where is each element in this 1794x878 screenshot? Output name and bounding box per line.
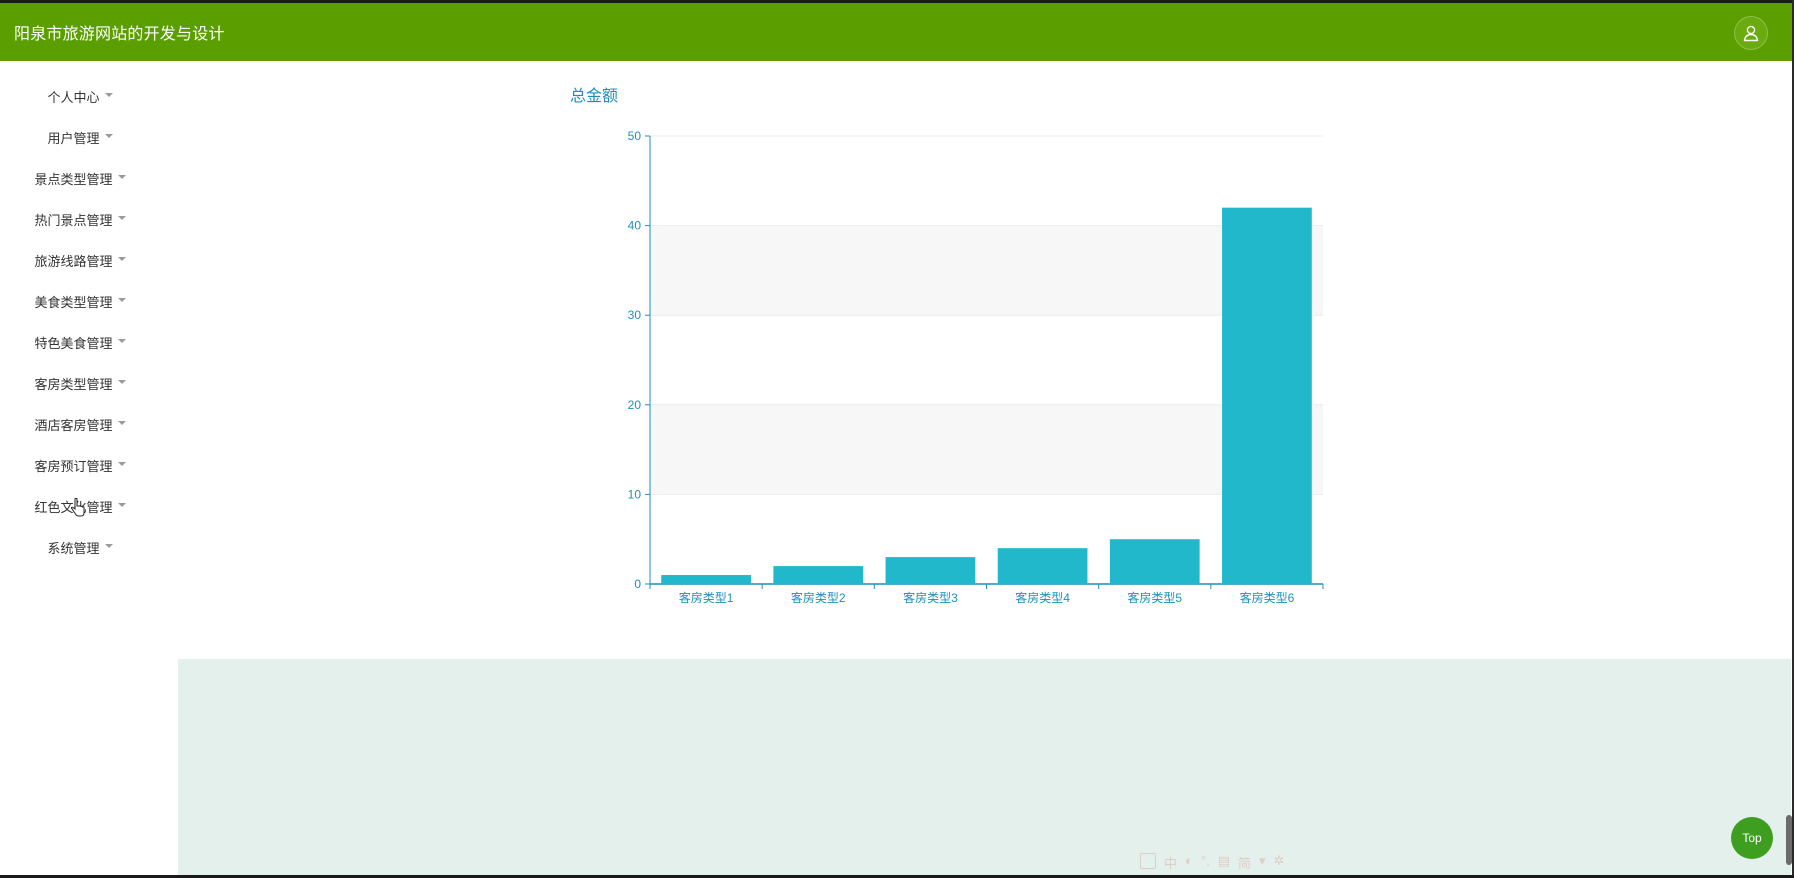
- caret-down-icon: [117, 420, 126, 425]
- caret-down-icon: [104, 92, 113, 97]
- ime-settings-icon[interactable]: ✲: [1274, 853, 1285, 872]
- y-tick-label: 0: [634, 577, 641, 591]
- y-tick-label: 40: [628, 219, 642, 233]
- sidebar-item[interactable]: 旅游线路管理: [0, 240, 160, 281]
- bar-chart: 0 10 20 30 40 50 客房类型1 客房类型2 客房类型3 客房类型4 客房类型5 客房类型…: [628, 129, 1324, 605]
- y-tick-label: 30: [628, 308, 642, 322]
- sidebar-item[interactable]: 酒店客房管理: [0, 404, 160, 445]
- sidebar-item-label: 用户管理: [47, 131, 100, 146]
- caret-down-icon: [104, 543, 113, 548]
- caret-down-icon: [117, 297, 126, 302]
- ime-keyboard-icon[interactable]: ▤: [1218, 853, 1230, 872]
- user-button[interactable]: [1734, 16, 1768, 50]
- y-tick-label: 10: [628, 487, 642, 501]
- sidebar-item-label: 旅游线路管理: [34, 254, 113, 269]
- caret-down-icon: [117, 338, 126, 343]
- bar: [885, 557, 976, 584]
- sidebar-item[interactable]: 客房类型管理: [0, 363, 160, 404]
- bar: [997, 548, 1088, 584]
- x-tick-label: 客房类型2: [791, 590, 846, 605]
- ime-skin-icon[interactable]: ▾: [1259, 853, 1266, 872]
- sidebar-menu: 个人中心用户管理景点类型管理 热门景点管理 旅游线路管理 美食类型管理 特色美食管理 客房…: [0, 76, 160, 568]
- ime-simplified-mode[interactable]: 简: [1238, 853, 1251, 872]
- sidebar-item-label: 特色美食管理: [34, 336, 113, 351]
- screen: 阳泉市旅游网站的开发与设计 个人中心用户管理景点类型管理 热门景点管理 旅游线路管理…: [0, 0, 1794, 878]
- ime-moon-icon[interactable]: ◐: [1185, 853, 1193, 872]
- caret-down-icon: [117, 461, 126, 466]
- sidebar-item-label: 美食类型管理: [34, 295, 113, 310]
- sidebar-item[interactable]: 个人中心: [0, 76, 160, 117]
- x-tick-label: 客房类型4: [1015, 590, 1070, 605]
- caret-down-icon: [117, 256, 126, 261]
- sidebar-item-label: 客房类型管理: [34, 377, 113, 392]
- x-tick-label: 客房类型6: [1240, 590, 1295, 605]
- x-tick-label: 客房类型5: [1127, 590, 1182, 605]
- app-title: 阳泉市旅游网站的开发与设计: [14, 26, 225, 43]
- x-tick-label: 客房类型1: [679, 590, 734, 605]
- caret-down-icon: [104, 133, 113, 138]
- sidebar-item[interactable]: 特色美食管理: [0, 322, 160, 363]
- sidebar-item-label: 热门景点管理: [34, 213, 113, 228]
- sidebar-item-label: 客房预订管理: [34, 459, 113, 474]
- back-to-top-button[interactable]: Top: [1731, 817, 1773, 859]
- user-icon: [1743, 25, 1759, 42]
- sidebar-item[interactable]: 系统管理: [0, 527, 160, 568]
- x-tick-label: 客房类型3: [903, 590, 958, 605]
- caret-down-icon: [117, 379, 126, 384]
- ime-logo-icon: [1140, 853, 1156, 869]
- bar: [661, 575, 751, 584]
- sidebar-item-label: 酒店客房管理: [34, 418, 113, 433]
- sidebar-item-label: 系统管理: [47, 541, 100, 556]
- caret-down-icon: [117, 174, 126, 179]
- ime-chinese-mode[interactable]: 中: [1164, 853, 1177, 872]
- ime-toolbar: 中 ◐ °, ▤ 简 ▾ ✲: [1140, 853, 1284, 872]
- caret-down-icon: [117, 215, 126, 220]
- sidebar-item[interactable]: 美食类型管理: [0, 281, 160, 322]
- caret-down-icon: [117, 502, 126, 507]
- sidebar-item[interactable]: 热门景点管理: [0, 199, 160, 240]
- sidebar-item-label: 景点类型管理: [34, 172, 113, 187]
- sidebar-item[interactable]: 客房预订管理: [0, 445, 160, 486]
- y-tick-label: 20: [628, 398, 642, 412]
- ime-punctuation-icon[interactable]: °,: [1201, 853, 1210, 872]
- bar: [773, 566, 864, 584]
- bar: [1222, 207, 1312, 584]
- bar: [1109, 539, 1200, 584]
- sidebar-item[interactable]: 用户管理: [0, 117, 160, 158]
- mouse-cursor-icon: [71, 498, 85, 517]
- chart-title: 总金额: [570, 88, 619, 105]
- sidebar-item[interactable]: 景点类型管理: [0, 158, 160, 199]
- footer-band: [178, 659, 1791, 875]
- sidebar-item-label: 个人中心: [47, 90, 100, 105]
- y-tick-label: 50: [628, 129, 642, 143]
- header-bar: 阳泉市旅游网站的开发与设计: [0, 3, 1792, 61]
